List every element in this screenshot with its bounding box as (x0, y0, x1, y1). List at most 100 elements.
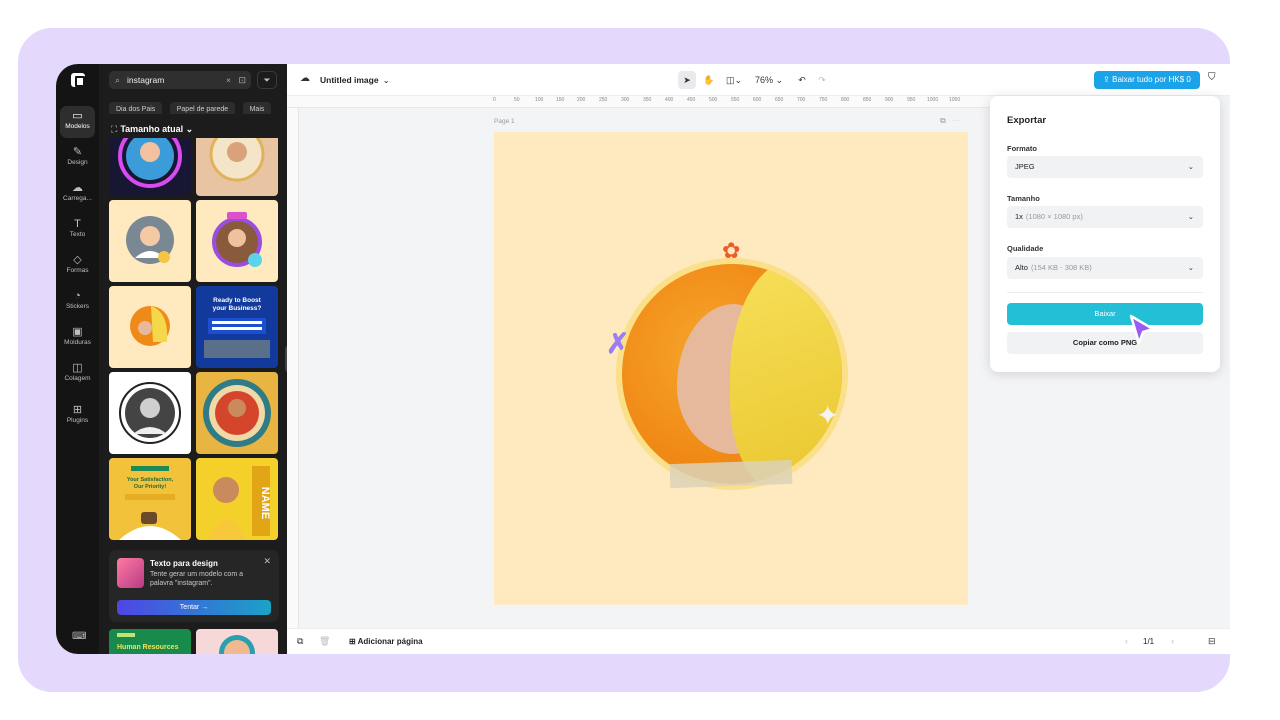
trash-icon[interactable]: 🗑 (319, 636, 330, 647)
quality-label: Qualidade (1007, 244, 1044, 253)
page-counter: 1/1 (1143, 637, 1155, 646)
hand-tool-icon[interactable]: ✋ (700, 71, 718, 89)
vertical-ruler (287, 108, 299, 628)
size-select[interactable]: 1x (1080 × 1080 px) ⌄ (1007, 206, 1203, 228)
filter-icon: ⏷ (263, 75, 271, 85)
rail-item-frames[interactable]: ▣ Molduras (60, 322, 95, 354)
rail-item-plugins[interactable]: ⊞ Plugins (60, 400, 95, 432)
ruler-tick: 900 (885, 97, 894, 103)
chip-papel-de-parede[interactable]: Papel de parede (169, 102, 236, 114)
chip-more[interactable]: Mais (242, 102, 272, 114)
rail-item-shapes[interactable]: ◇ Formas (60, 250, 95, 282)
chevron-down-icon: ⌄ (775, 75, 784, 85)
bottom-bar: ⧉ 🗑 ⊞ Adicionar página ‹ 1/1 › ⊟ (287, 628, 1230, 654)
photo-circle[interactable] (622, 264, 842, 484)
undo-icon[interactable]: ↶ (794, 71, 810, 89)
chip-dia-dos-pais[interactable]: Dia dos Pais (109, 102, 163, 114)
artboard[interactable]: ✿ ✗ ✦ (494, 132, 968, 605)
redo-icon[interactable]: ↷ (814, 71, 830, 89)
sparkle-sticker[interactable]: ✦ (816, 402, 839, 430)
rail-label: Design (67, 159, 88, 166)
rail-item-upload[interactable]: ☁ Carrega... (60, 178, 95, 210)
template-card[interactable] (109, 286, 191, 368)
rail-item-collage[interactable]: ◫ Colagem (60, 358, 95, 390)
template-card[interactable] (109, 200, 191, 282)
download-all-button[interactable]: ⇪ Baixar tudo por HK$ 0 (1094, 71, 1200, 89)
chevron-down-icon: ⌄ (382, 75, 390, 85)
image-search-icon[interactable]: ⊡ (238, 71, 246, 89)
portrait-thumbnail (219, 635, 255, 654)
app-logo-icon[interactable] (71, 73, 85, 87)
ruler-tick: 1050 (949, 97, 961, 103)
copy-as-png-button[interactable]: Copiar como PNG (1007, 332, 1203, 354)
format-select[interactable]: JPEG ⌄ (1007, 156, 1203, 178)
chevron-left-icon[interactable]: ‹ (1125, 636, 1128, 646)
size-label: Tamanho (1007, 194, 1040, 203)
size-selector[interactable]: ⛶ Tamanho atual ⌄ (111, 124, 193, 135)
add-page-button[interactable]: ⊞ Adicionar página (349, 637, 423, 646)
bw-portrait-thumbnail (119, 382, 181, 444)
zoom-control[interactable]: 76% ⌄ (750, 71, 788, 89)
close-icon[interactable]: ✕ (263, 556, 271, 567)
duplicate-page-icon[interactable]: ⧉ (940, 116, 946, 125)
document-title[interactable]: Untitled image ⌄ (320, 75, 390, 86)
shapes-icon: ◇ (73, 254, 82, 266)
ruler-tick: 700 (797, 97, 806, 103)
quality-hint: (154 KB - 308 KB) (1030, 263, 1092, 272)
rail-item-stickers[interactable]: ◔ Stickers (60, 286, 95, 318)
svg-text:Our Priority!: Our Priority! (134, 484, 167, 490)
ruler-tick: 350 (643, 97, 652, 103)
design-icon: ✎ (72, 146, 83, 158)
cloud-icon[interactable]: ☁ (300, 73, 310, 84)
rail-item-templates[interactable]: ▭ Modelos (60, 106, 95, 138)
text-icon: T (74, 218, 81, 230)
layers-icon[interactable]: ⧉ (297, 636, 303, 647)
hoodie-thumbnail (130, 306, 170, 346)
ruler-tick: 550 (731, 97, 740, 103)
size-label: Tamanho atual (120, 124, 184, 134)
more-icon[interactable]: ⋯ (952, 116, 960, 125)
divider (1007, 292, 1203, 293)
rail-label: Modelos (65, 123, 90, 130)
ruler-tick: 500 (709, 97, 718, 103)
ruler-tick: 600 (753, 97, 762, 103)
template-card[interactable]: NAME (196, 458, 278, 540)
promo-card: Texto para design Tente gerar um modelo … (109, 550, 279, 622)
download-button[interactable]: Baixar (1007, 303, 1203, 325)
clear-search-icon[interactable]: × (226, 71, 231, 89)
rail-item-text[interactable]: T Texto (60, 214, 95, 246)
lock-icon[interactable]: ⊟ (1208, 636, 1216, 647)
format-value: JPEG (1015, 162, 1035, 171)
chevron-right-icon[interactable]: › (1171, 636, 1174, 646)
try-button[interactable]: Tentar → (117, 600, 271, 615)
ruler-tick: 750 (819, 97, 828, 103)
template-card[interactable]: Ready to Boost your Business? (196, 286, 278, 368)
template-card[interactable] (196, 200, 278, 282)
template-card[interactable] (109, 138, 191, 196)
ruler-tick: 0 (493, 97, 496, 103)
flower-sticker[interactable]: ✿ (722, 240, 740, 262)
search-input[interactable]: ⌕ instagram × ⊡ (109, 71, 251, 89)
svg-text:Ready to Boost: Ready to Boost (213, 297, 262, 304)
template-card[interactable] (196, 372, 278, 454)
shield-icon[interactable]: ⛉ (1208, 72, 1216, 83)
rail-label: Texto (69, 231, 86, 238)
template-card[interactable]: Your Satisfaction, Our Priority! (109, 458, 191, 540)
frames-icon: ▣ (72, 326, 83, 338)
template-card[interactable] (109, 372, 191, 454)
quality-select[interactable]: Alto (154 KB - 308 KB) ⌄ (1007, 257, 1203, 279)
template-card[interactable] (196, 138, 278, 196)
x-sticker[interactable]: ✗ (606, 330, 629, 358)
filter-button[interactable]: ⏷ (257, 71, 277, 89)
ruler-tick: 650 (775, 97, 784, 103)
plugins-icon: ⊞ (72, 404, 83, 416)
layout-icon[interactable]: ◫⌄ (722, 71, 746, 89)
keyboard-icon[interactable]: ⌨ (72, 631, 86, 642)
template-card[interactable] (196, 629, 278, 654)
resize-icon: ⛶ (111, 124, 118, 134)
tape-sticker[interactable] (669, 459, 793, 489)
template-card[interactable]: Human Resources (109, 629, 191, 654)
rail-item-design[interactable]: ✎ Design (60, 142, 95, 174)
select-tool-icon[interactable]: ➤ (678, 71, 696, 89)
chevron-down-icon: ⌄ (1187, 162, 1194, 171)
